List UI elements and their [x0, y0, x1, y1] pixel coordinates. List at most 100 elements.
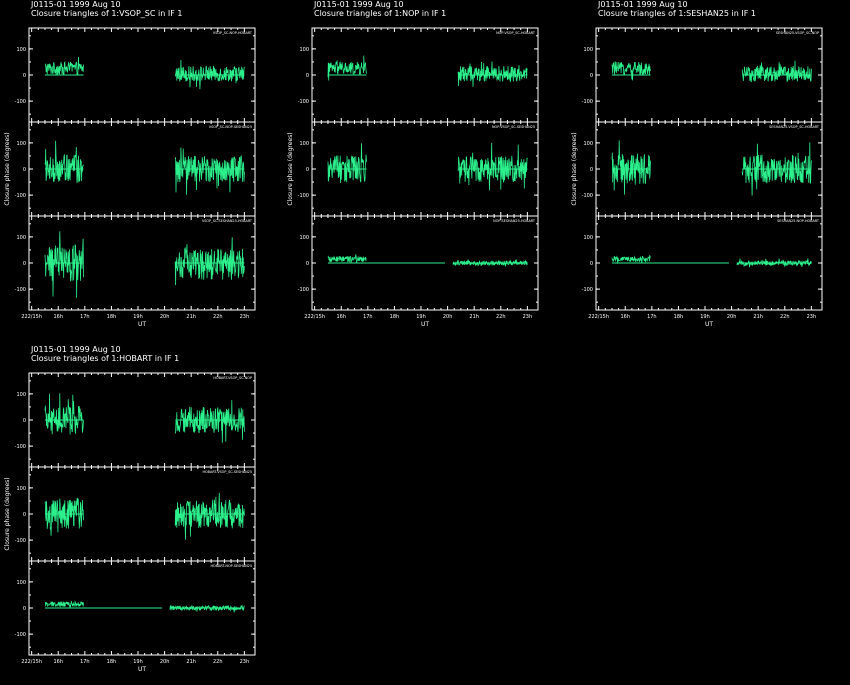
plot-seshan25: J0115-01 1999 Aug 10 Closure triangles o… [567, 0, 850, 340]
triangle-label: NOP-SESHAN25-HOBART [493, 219, 536, 223]
closure-phase-trace [611, 61, 651, 81]
x-tick-label: 18h [107, 314, 117, 320]
y-tick-label: 100 [16, 392, 26, 398]
y-tick-label: 100 [299, 141, 309, 147]
y-tick-label: 0 [23, 167, 26, 173]
closure-phase-chart: -100 0 100 HOBART-VSOP_SC-NOP -100 0 100 HOBART… [4, 372, 256, 673]
triangle-label: SESHAN25-VSOP_SC-HOBART [769, 125, 820, 129]
x-tick-label: 20h [727, 314, 737, 320]
triangle-label: HOBART-VSOP_SC-SESHAN25 [202, 470, 252, 474]
triangle-label: NOP-VSOP_SC-HOBART [496, 31, 536, 35]
closure-phase-trace [44, 56, 84, 76]
y-tick-label: 100 [16, 486, 26, 492]
x-tick-label: 19h [700, 314, 710, 320]
x-tick-label: 22h [496, 314, 506, 320]
closure-phase-trace [174, 147, 245, 195]
triangle-label: HOBART-VSOP_SC-NOP [213, 376, 252, 380]
x-tick-label: 19h [133, 659, 143, 665]
y-tick-label: 100 [16, 580, 26, 586]
y-tick-label: 100 [16, 47, 26, 53]
x-tick-label: 19h [133, 314, 143, 320]
triangle-label: NOP-VSOP_SC-SESHAN25 [492, 125, 535, 129]
x-tick-label: 17h [80, 659, 90, 665]
y-tick-label: 100 [583, 141, 593, 147]
y-axis-title: Closure phase (degrees) [287, 132, 294, 205]
plot-hobart: J0115-01 1999 Aug 10 Closure triangles o… [0, 345, 283, 685]
closure-phase-trace [327, 254, 367, 264]
y-axis-title: Closure phase (degrees) [4, 477, 11, 550]
x-tick-label: 23h [523, 314, 533, 320]
x-tick-label: 222/15h [588, 314, 609, 320]
triangle-label: SESHAN25-VSOP_SC-NOP [776, 31, 819, 35]
x-tick-label: 21h [186, 314, 196, 320]
y-tick-label: 0 [23, 512, 26, 518]
triangle-label: VSOP_SC-NOP-SESHAN25 [209, 125, 252, 129]
x-tick-label: 16h [53, 659, 63, 665]
y-tick-label: 0 [306, 167, 309, 173]
closure-phase-chart: -100 0 100 SESHAN25-VSOP_SC-NOP -100 0 100 SESH… [571, 27, 823, 328]
y-tick-label: 100 [583, 47, 593, 53]
x-tick-label: 23h [807, 314, 817, 320]
x-tick-label: 16h [336, 314, 346, 320]
triangle-label: HOBART-NOP-SESHAN25 [210, 564, 252, 568]
y-tick-label: 0 [23, 418, 26, 424]
x-tick-label: 23h [240, 659, 250, 665]
x-tick-label: 16h [620, 314, 630, 320]
x-tick-label: 222/15h [21, 314, 42, 320]
triangle-label: VSOP_SC-NOP-HOBART [213, 31, 253, 35]
y-tick-label: 100 [16, 235, 26, 241]
y-tick-label: 0 [306, 73, 309, 79]
x-axis-title: UT [421, 321, 429, 328]
closure-phase-trace [169, 604, 245, 613]
x-tick-label: 23h [240, 314, 250, 320]
y-tick-label: -100 [582, 193, 593, 199]
triangle-label: SESHAN25-NOP-HOBART [777, 219, 820, 223]
y-tick-label: 100 [16, 141, 26, 147]
x-tick-label: 18h [390, 314, 400, 320]
x-tick-label: 222/15h [21, 659, 42, 665]
closure-phase-trace [44, 600, 84, 609]
y-tick-label: 0 [590, 167, 593, 173]
x-tick-label: 22h [780, 314, 790, 320]
x-tick-label: 21h [469, 314, 479, 320]
y-tick-label: -100 [15, 287, 26, 293]
closure-phase-trace [174, 400, 245, 443]
x-tick-label: 20h [443, 314, 453, 320]
closure-phase-trace [174, 237, 245, 286]
closure-phase-trace [611, 255, 651, 264]
x-tick-label: 17h [363, 314, 373, 320]
y-tick-label: -100 [15, 632, 26, 638]
y-tick-label: -100 [298, 193, 309, 199]
y-tick-label: 100 [299, 235, 309, 241]
y-tick-label: -100 [15, 538, 26, 544]
x-tick-label: 18h [107, 659, 117, 665]
x-tick-label: 17h [80, 314, 90, 320]
x-tick-label: 222/15h [304, 314, 325, 320]
y-tick-label: -100 [582, 287, 593, 293]
closure-phase-trace [327, 143, 367, 184]
y-tick-label: 0 [23, 73, 26, 79]
y-tick-label: -100 [15, 99, 26, 105]
triangle-label: VSOP_SC-SESHAN25-HOBART [202, 219, 253, 223]
closure-phase-trace [457, 142, 528, 191]
y-axis-title: Closure phase (degrees) [4, 132, 11, 205]
x-axis-title: UT [138, 666, 146, 673]
x-tick-label: 17h [647, 314, 657, 320]
x-tick-label: 21h [186, 659, 196, 665]
y-tick-label: 0 [590, 73, 593, 79]
plot-nop: J0115-01 1999 Aug 10 Closure triangles o… [283, 0, 566, 340]
closure-phase-trace [44, 393, 84, 435]
closure-phase-trace [44, 140, 84, 183]
y-tick-label: -100 [298, 287, 309, 293]
closure-phase-chart: -100 0 100 VSOP_SC-NOP-HOBART -100 0 100 VSOP_S… [4, 27, 256, 328]
x-tick-label: 20h [160, 314, 170, 320]
x-tick-label: 19h [416, 314, 426, 320]
x-tick-label: 18h [674, 314, 684, 320]
y-tick-label: -100 [15, 444, 26, 450]
y-tick-label: 100 [583, 235, 593, 241]
plot-vsop-sc: J0115-01 1999 Aug 10 Closure triangles o… [0, 0, 283, 340]
closure-phase-trace [44, 497, 84, 536]
y-tick-label: 0 [590, 261, 593, 267]
closure-phase-trace [741, 142, 812, 196]
x-tick-label: 20h [160, 659, 170, 665]
